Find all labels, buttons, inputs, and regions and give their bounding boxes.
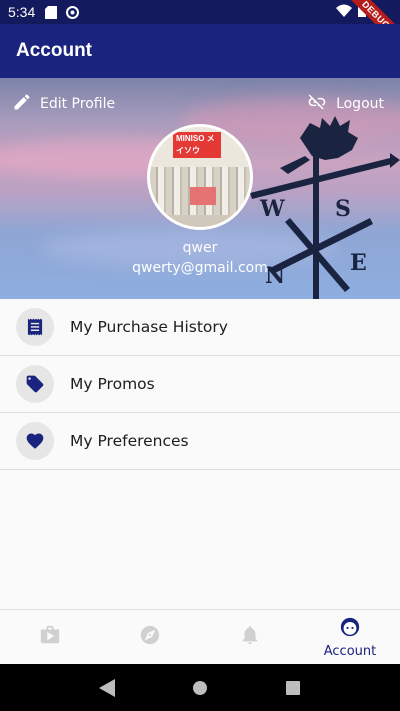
compass-icon <box>139 624 161 650</box>
menu-item-purchase-history[interactable]: My Purchase History <box>0 299 400 356</box>
tag-icon <box>16 365 54 403</box>
app-bar: Account <box>0 24 400 78</box>
bottom-navigation: Account <box>0 609 400 664</box>
receipt-icon <box>16 308 54 346</box>
menu-item-preferences[interactable]: My Preferences <box>0 413 400 470</box>
edit-profile-button[interactable]: Edit Profile <box>12 92 115 116</box>
menu-item-label: My Preferences <box>70 432 189 450</box>
face-icon <box>339 616 361 642</box>
svg-text:W: W <box>259 196 285 222</box>
nav-item-shop[interactable] <box>0 610 100 664</box>
nav-item-explore[interactable] <box>100 610 200 664</box>
edit-profile-label: Edit Profile <box>40 96 116 112</box>
sd-card-icon <box>45 5 58 19</box>
page-title: Account <box>16 40 92 61</box>
back-icon[interactable] <box>95 676 119 700</box>
svg-text:S: S <box>335 196 351 222</box>
home-icon[interactable] <box>188 676 212 700</box>
menu-item-label: My Promos <box>70 375 155 393</box>
status-time: 5:34 <box>8 4 36 20</box>
recents-icon[interactable] <box>281 676 305 700</box>
wifi-icon <box>336 4 352 21</box>
miniso-logo: MINISO メイソウ <box>173 132 221 158</box>
nav-item-account[interactable]: Account <box>300 610 400 664</box>
profile-name: qwer <box>182 240 218 256</box>
shop-icon <box>39 624 61 650</box>
menu-item-label: My Purchase History <box>70 318 228 336</box>
bell-icon <box>239 624 261 650</box>
sync-icon <box>66 5 80 19</box>
avatar[interactable]: MINISO メイソウ <box>147 124 253 230</box>
logout-label: Logout <box>336 96 384 112</box>
status-bar: 5:34 DEBUG <box>0 0 400 56</box>
nav-label-account: Account <box>323 643 377 659</box>
link-off-icon <box>306 92 328 116</box>
heart-icon <box>16 422 54 460</box>
logout-button[interactable]: Logout <box>306 92 384 116</box>
pencil-icon <box>12 92 32 116</box>
profile-email: qwerty@gmail.com <box>132 260 268 276</box>
menu-item-promos[interactable]: My Promos <box>0 356 400 413</box>
account-menu: My Purchase History My Promos My Prefere… <box>0 299 400 470</box>
profile-header: S W N E Edit Profile Logout MINISO メイソウ … <box>0 78 400 299</box>
nav-item-notifications[interactable] <box>200 610 300 664</box>
system-navigation-bar <box>0 664 400 711</box>
